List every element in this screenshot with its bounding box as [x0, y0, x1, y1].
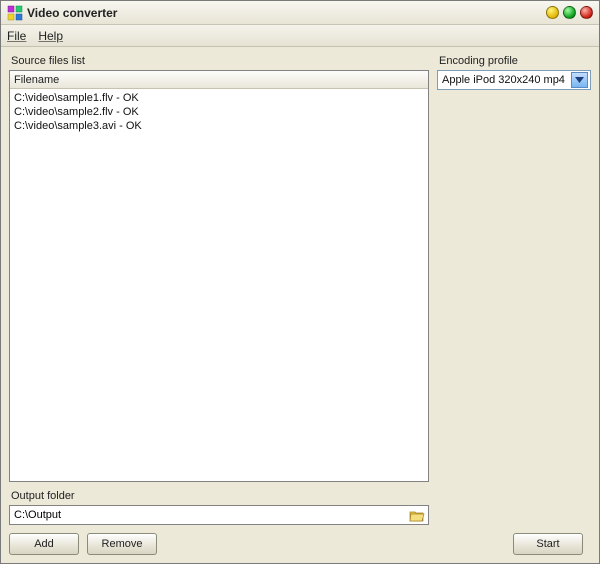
content-area: Source files list Filename C:\video\samp…	[1, 47, 599, 563]
source-files-list[interactable]: Filename C:\video\sample1.flv - OK C:\vi…	[9, 70, 429, 482]
window-title: Video converter	[27, 6, 546, 20]
titlebar: Video converter	[1, 1, 599, 25]
encoding-profile-section: Encoding profile Apple iPod 320x240 mp4	[437, 53, 591, 482]
source-files-section: Source files list Filename C:\video\samp…	[9, 53, 429, 482]
close-button[interactable]	[580, 6, 593, 19]
button-row: Add Remove Start	[9, 533, 591, 555]
window-controls	[546, 6, 593, 19]
add-button[interactable]: Add	[9, 533, 79, 555]
remove-button[interactable]: Remove	[87, 533, 157, 555]
menu-help[interactable]: Help	[38, 29, 63, 43]
encoding-profile-value: Apple iPod 320x240 mp4	[442, 74, 571, 86]
start-button[interactable]: Start	[513, 533, 583, 555]
top-row: Source files list Filename C:\video\samp…	[9, 53, 591, 482]
output-folder-field-wrapper	[9, 505, 429, 525]
source-files-label: Source files list	[9, 53, 429, 70]
source-files-body[interactable]: C:\video\sample1.flv - OK C:\video\sampl…	[10, 89, 428, 481]
browse-folder-button[interactable]	[408, 509, 426, 522]
app-icon	[7, 5, 23, 21]
list-item[interactable]: C:\video\sample2.flv - OK	[14, 105, 424, 119]
menu-file[interactable]: File	[7, 29, 26, 43]
output-folder-section: Output folder	[9, 488, 591, 525]
list-item[interactable]: C:\video\sample1.flv - OK	[14, 91, 424, 105]
list-header-filename[interactable]: Filename	[10, 71, 428, 89]
encoding-profile-combo[interactable]: Apple iPod 320x240 mp4	[437, 70, 591, 90]
menubar: File Help	[1, 25, 599, 47]
list-item[interactable]: C:\video\sample3.avi - OK	[14, 119, 424, 133]
window: Video converter File Help Source files l…	[0, 0, 600, 564]
maximize-button[interactable]	[563, 6, 576, 19]
output-folder-label: Output folder	[9, 488, 591, 505]
minimize-button[interactable]	[546, 6, 559, 19]
output-folder-input[interactable]	[14, 509, 408, 521]
encoding-profile-label: Encoding profile	[437, 53, 591, 70]
combo-dropdown-button[interactable]	[571, 72, 588, 88]
